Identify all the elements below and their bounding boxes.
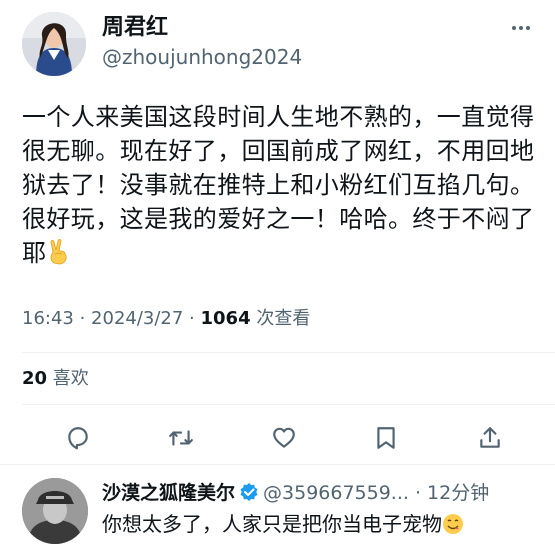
retweet-icon[interactable] — [163, 420, 199, 456]
yum-face-emoji-icon — [442, 513, 464, 535]
author-name[interactable]: 周君红 — [102, 14, 168, 42]
reply-text: 你想太多了，人家只是把你当电子宠物 — [102, 512, 442, 536]
verified-badge-icon — [239, 482, 259, 502]
divider — [0, 464, 555, 465]
author-avatar[interactable] — [22, 12, 86, 76]
reply-header: 沙漠之狐隆美尔 @359667559... · 12分钟 — [102, 480, 489, 506]
bookmark-icon[interactable] — [368, 420, 404, 456]
reply-icon[interactable] — [60, 420, 96, 456]
reply-author-handle[interactable]: @359667559... · 12分钟 — [263, 482, 489, 504]
tweet-header: 周君红 @zhoujunhong2024 — [0, 0, 555, 90]
reply-author-name[interactable]: 沙漠之狐隆美尔 — [102, 482, 235, 504]
divider — [22, 404, 555, 405]
action-bar — [0, 420, 555, 456]
victory-hand-emoji-icon — [46, 239, 72, 265]
divider — [22, 352, 555, 353]
reply-body: 你想太多了，人家只是把你当电子宠物 — [102, 510, 464, 538]
tweet-meta: 16:43 · 2024/3/27 · 1064 次查看 — [22, 306, 310, 332]
likes-count: 20 — [22, 368, 48, 389]
likes-summary[interactable]: 20 喜欢 — [22, 366, 89, 392]
view-count: 1064 — [200, 308, 251, 329]
likes-label: 喜欢 — [47, 368, 89, 389]
tweet-text: 一个人来美国这段时间人生地不熟的，一直觉得很无聊。现在好了，回国前成了网红，不用… — [22, 103, 535, 267]
reply-author-avatar[interactable] — [22, 478, 88, 544]
more-options-icon[interactable] — [509, 16, 533, 40]
view-label: 次查看 — [250, 308, 311, 329]
tweet-body: 一个人来美国这段时间人生地不熟的，一直觉得很无聊。现在好了，回国前成了网红，不用… — [22, 100, 542, 270]
like-icon[interactable] — [266, 420, 302, 456]
author-handle[interactable]: @zhoujunhong2024 — [102, 44, 302, 70]
tweet-timestamp[interactable]: 16:43 · 2024/3/27 · — [22, 308, 201, 329]
share-icon[interactable] — [472, 420, 508, 456]
